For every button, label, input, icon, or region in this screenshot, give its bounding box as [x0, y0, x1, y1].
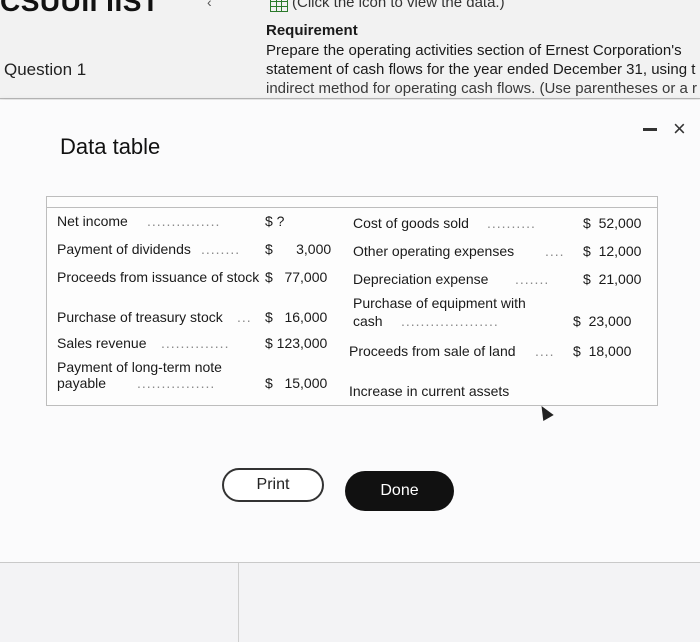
row-amount: $ 12,000 [583, 243, 642, 259]
data-hint-text: (Click the icon to view the data.) [292, 0, 505, 11]
row-dots: .............. [161, 335, 230, 351]
close-icon[interactable]: × [673, 116, 686, 142]
row-label-cont: cash [353, 313, 383, 329]
row-label: Cost of goods sold [353, 215, 469, 231]
minimize-icon[interactable] [643, 128, 657, 131]
question-label[interactable]: Question 1 [4, 60, 86, 80]
row-dots: .................... [401, 313, 499, 329]
row-label: Sales revenue [57, 335, 147, 351]
print-button[interactable]: Print [222, 468, 324, 502]
row-label: Payment of long-term note [57, 359, 222, 375]
column-divider [238, 563, 239, 642]
chevron-icon[interactable]: ‹ [207, 0, 212, 10]
dialog-title: Data table [60, 134, 161, 159]
row-dots: ............... [147, 213, 221, 229]
row-amount: $ 77,000 [265, 269, 328, 285]
row-dots: .......... [487, 215, 536, 231]
page-title: CSUUII IIST [0, 0, 160, 17]
data-table: Net income ............... $ ? Payment o… [46, 196, 658, 406]
row-label: Proceeds from issuance of stock [57, 269, 260, 285]
requirement-line-3: indirect method for operating cash flows… [266, 80, 698, 97]
row-dots: .... [535, 343, 555, 359]
row-dots: ........ [201, 241, 241, 257]
done-button[interactable]: Done [345, 471, 454, 511]
row-dots: ... [237, 309, 252, 325]
page-footer-area [0, 563, 700, 642]
row-dots: .... [545, 243, 565, 259]
row-amount: $ 23,000 [573, 313, 632, 329]
row-dots: ....... [515, 271, 550, 287]
row-label: Purchase of treasury stock [57, 309, 223, 325]
requirement-heading: Requirement [266, 22, 358, 39]
row-amount: $ ? [265, 213, 285, 229]
data-table-dialog: Data table × Net income ............... … [0, 100, 700, 563]
row-label: Increase in current assets [349, 383, 510, 399]
row-label: Net income [57, 213, 128, 229]
row-amount: $ 3,000 [265, 241, 332, 257]
table-divider [47, 207, 657, 208]
row-label: Purchase of equipment with [353, 295, 526, 311]
requirement-line-2: statement of cash flows for the year end… [266, 61, 696, 78]
header-divider [0, 98, 700, 99]
row-amount: $ 16,000 [265, 309, 328, 325]
row-label: Proceeds from sale of land [349, 343, 516, 359]
row-label: Depreciation expense [353, 271, 489, 287]
row-label-cont: payable [57, 375, 107, 391]
row-amount: $ 123,000 [265, 335, 328, 351]
requirement-line-1: Prepare the operating activities section… [266, 42, 682, 59]
row-label: Payment of dividends [57, 241, 191, 257]
data-table-icon[interactable] [270, 0, 288, 12]
row-amount: $ 21,000 [583, 271, 642, 287]
row-dots: ................ [137, 375, 216, 391]
row-label: Other operating expenses [353, 243, 515, 259]
row-amount: $ 52,000 [583, 215, 642, 231]
row-amount: $ 15,000 [265, 375, 328, 391]
row-amount: $ 18,000 [573, 343, 632, 359]
